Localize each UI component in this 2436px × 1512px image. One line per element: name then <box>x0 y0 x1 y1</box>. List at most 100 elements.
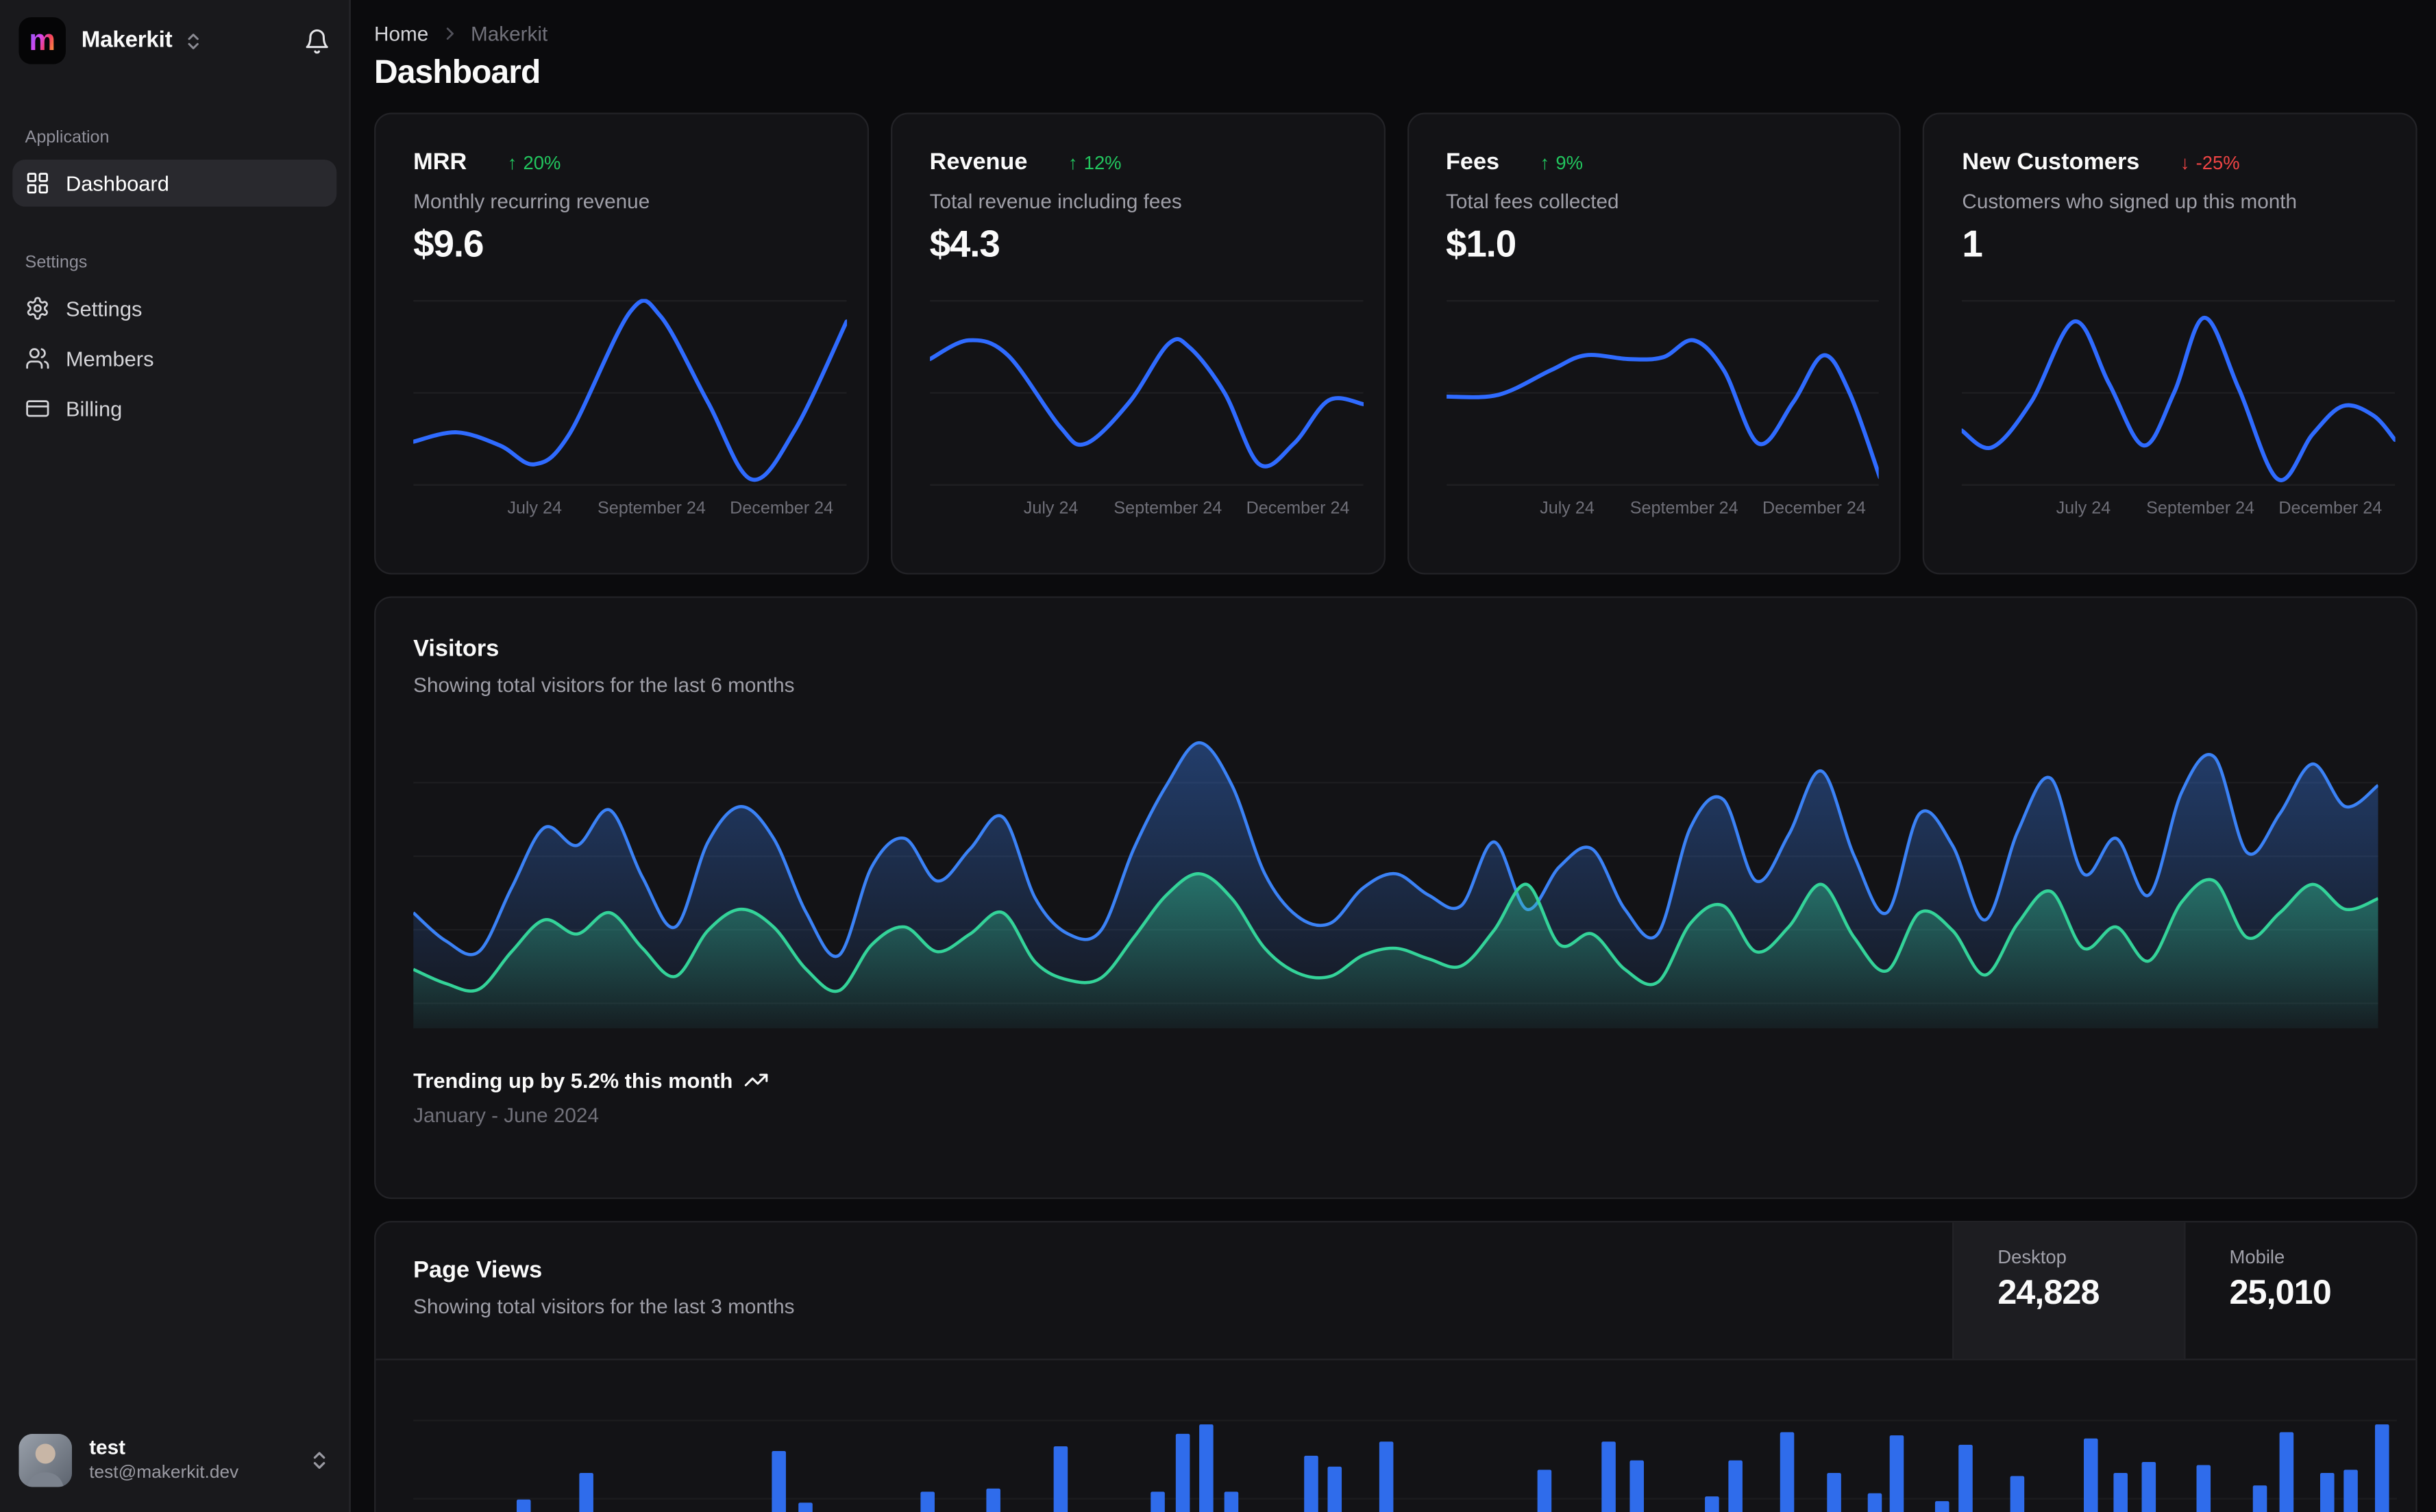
stat-card-mrr: MRR ↑ 20% Monthly recurring revenue $9.6 … <box>374 112 869 575</box>
sidebar-nav: Application Dashboard Settings Settings … <box>0 78 349 435</box>
page-views-bar <box>1198 1424 1214 1512</box>
mrr-sparkline-chart <box>413 299 846 486</box>
trend-value: 9% <box>1555 151 1583 173</box>
user-name: test <box>89 1435 126 1459</box>
page-views-bar <box>2280 1432 2294 1512</box>
page-views-bar <box>2320 1472 2334 1512</box>
workspace-selector[interactable]: m Makerkit <box>19 17 204 64</box>
axis-tick: December 24 <box>1246 499 1350 519</box>
trend-badge: ↑ 9% <box>1540 151 1583 173</box>
page-views-bar <box>2252 1485 2267 1512</box>
page-views-bar <box>1151 1491 1166 1512</box>
toggle-value: 24,828 <box>1997 1272 2100 1312</box>
page-views-bar <box>1958 1444 1973 1512</box>
axis-tick: September 24 <box>597 499 706 519</box>
visitors-date-range: January - June 2024 <box>413 1103 599 1128</box>
sparkline-axis-labels: July 24 September 24 December 24 <box>930 499 1363 521</box>
sidebar-item-label: Billing <box>65 397 123 421</box>
users-icon <box>26 348 49 369</box>
gear-icon <box>27 297 48 320</box>
revenue-sparkline-chart <box>930 299 1363 486</box>
breadcrumb-home-link[interactable]: Home <box>374 22 428 45</box>
page-views-bar <box>2010 1476 2025 1512</box>
bell-icon <box>306 28 328 53</box>
nav-section-label-settings: Settings <box>25 253 88 273</box>
page-views-card: Page Views Showing total visitors for th… <box>374 1221 2417 1512</box>
axis-tick: December 24 <box>2278 499 2383 519</box>
sidebar: m Makerkit Application Dashboard Setting… <box>0 0 351 1512</box>
nav-section-label-application: Application <box>25 128 110 147</box>
breadcrumb-current: Makerkit <box>470 21 548 46</box>
credit-card-icon <box>26 400 49 417</box>
page-views-bar <box>1303 1455 1318 1512</box>
trend-value: 20% <box>523 151 561 173</box>
page-views-bar <box>1934 1501 1949 1512</box>
axis-tick: July 24 <box>2056 499 2111 519</box>
page-views-bar <box>986 1488 1001 1512</box>
axis-tick: December 24 <box>730 499 834 519</box>
notifications-button[interactable] <box>304 27 330 54</box>
trend-arrow-up-icon: ↑ <box>1540 151 1550 173</box>
axis-tick: July 24 <box>1540 499 1595 519</box>
stat-value: $4.3 <box>929 223 1000 267</box>
sparkline-axis-labels: July 24 September 24 December 24 <box>1962 499 2395 521</box>
sidebar-item-billing[interactable]: Billing <box>12 385 336 432</box>
page-views-bar <box>1538 1470 1553 1512</box>
sidebar-item-members[interactable]: Members <box>12 335 336 382</box>
trend-badge: ↑ 12% <box>1068 151 1122 173</box>
axis-tick: September 24 <box>1629 499 1738 519</box>
toggle-desktop[interactable]: Desktop 24,828 <box>1952 1222 2185 1359</box>
stat-description: Total revenue including fees <box>929 189 1182 213</box>
gridline <box>413 1420 2397 1422</box>
page-views-bar <box>516 1499 531 1512</box>
page-views-bar <box>1728 1460 1743 1512</box>
makerkit-logo: m <box>19 17 66 64</box>
stat-description: Monthly recurring revenue <box>413 189 650 213</box>
fees-sparkline-chart <box>1446 299 1879 486</box>
sidebar-item-settings[interactable]: Settings <box>12 285 336 332</box>
stat-title: New Customers <box>1962 149 2140 175</box>
stat-card-revenue: Revenue ↑ 12% Total revenue including fee… <box>890 112 1385 575</box>
page-views-bar <box>1054 1446 1068 1512</box>
stat-title: Fees <box>1445 149 1500 175</box>
page-views-bar <box>1828 1472 1842 1512</box>
layout-grid-icon <box>27 173 48 194</box>
chevrons-up-down-icon <box>313 1452 325 1469</box>
page-views-bar-chart <box>413 1360 2397 1512</box>
sparkline-axis-labels: July 24 September 24 December 24 <box>1446 499 1879 521</box>
page-views-bar <box>1780 1432 1795 1512</box>
axis-tick: July 24 <box>507 499 563 519</box>
stat-description: Total fees collected <box>1445 189 1619 213</box>
page-views-bar <box>2083 1438 2098 1512</box>
logo-letter: m <box>29 24 56 58</box>
trend-value: -25% <box>2195 151 2240 173</box>
axis-tick: December 24 <box>1762 499 1866 519</box>
toggle-mobile[interactable]: Mobile 25,010 <box>2184 1222 2415 1359</box>
page-views-bar <box>1629 1460 1644 1512</box>
chevron-right-icon <box>446 27 454 40</box>
page-views-bar <box>1601 1441 1616 1512</box>
page-views-bar <box>1379 1441 1394 1512</box>
stat-title: Revenue <box>929 149 1028 175</box>
page-views-bar <box>1327 1466 1342 1512</box>
stat-title: MRR <box>413 149 467 175</box>
stat-card-fees: Fees ↑ 9% Total fees collected $1.0 July … <box>1406 112 1902 575</box>
page-views-bar <box>1867 1493 1882 1512</box>
makerkit-dashboard: m Makerkit Application Dashboard Setting… <box>0 0 2436 1512</box>
toggle-value: 25,010 <box>2229 1272 2331 1312</box>
visitors-card: Visitors Showing total visitors for the … <box>374 596 2417 1200</box>
page-views-subtitle: Showing total visitors for the last 3 mo… <box>413 1294 795 1318</box>
page-views-bar <box>1704 1496 1719 1512</box>
main-content: Home Makerkit Dashboard MRR ↑ 20% Monthly… <box>351 0 2436 1512</box>
trend-arrow-up-icon: ↑ <box>1068 151 1078 173</box>
page-views-bar <box>2343 1470 2358 1512</box>
toggle-label: Desktop <box>1997 1245 2067 1268</box>
user-menu[interactable]: test test@makerkit.dev <box>0 1415 349 1512</box>
sidebar-item-dashboard[interactable]: Dashboard <box>12 160 337 207</box>
visitors-subtitle: Showing total visitors for the last 6 mo… <box>413 673 795 697</box>
trending-up-icon <box>744 1074 768 1087</box>
visitors-area-chart <box>413 723 2378 1029</box>
stat-card-new-customers: New Customers ↓ -25% Customers who signed… <box>1923 112 2417 575</box>
sidebar-item-label: Settings <box>65 296 143 321</box>
page-views-bar <box>1174 1433 1190 1512</box>
